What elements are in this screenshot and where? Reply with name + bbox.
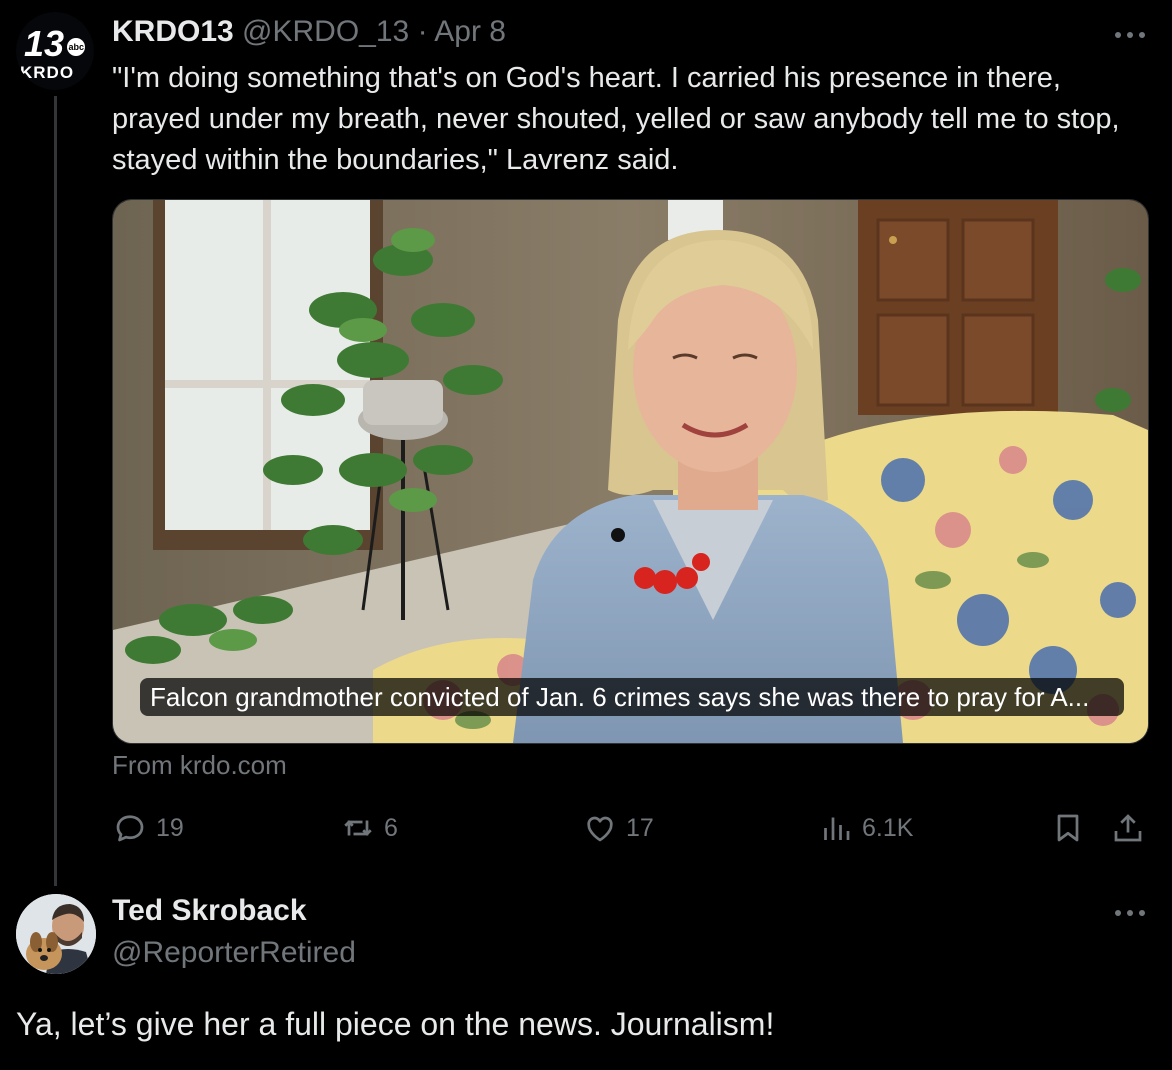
bookmark-icon (1057, 814, 1079, 842)
views-button[interactable]: 6.1K (818, 808, 913, 848)
interview-photo (113, 200, 1148, 743)
repost-count: 6 (384, 813, 398, 842)
separator-dot: · (417, 15, 428, 48)
svg-text:13: 13 (24, 23, 64, 64)
reply-author-name[interactable]: Ted Skroback (112, 894, 307, 928)
tweet-text: "I'm doing something that's on God's hea… (112, 62, 1120, 176)
card-source[interactable]: From krdo.com (112, 750, 287, 781)
ted-avatar-photo (16, 894, 96, 974)
reply-more-icon[interactable] (1110, 898, 1150, 928)
krdo-avatar[interactable]: 13 abc KRDO (16, 12, 94, 90)
view-count: 6.1K (862, 813, 914, 842)
tweet-header: KRDO13 @KRDO_13 · Apr 8 (112, 12, 506, 52)
more-icon[interactable] (1110, 20, 1150, 50)
repost-button[interactable]: 6 (340, 808, 398, 848)
author-handle[interactable]: @KRDO_13 (242, 15, 409, 48)
like-icon (587, 816, 613, 842)
like-button[interactable]: 17 (582, 808, 654, 848)
svg-text:abc: abc (69, 42, 85, 52)
reply-count: 19 (156, 813, 184, 842)
reply-button[interactable]: 19 (112, 808, 184, 848)
ted-avatar[interactable] (16, 894, 96, 974)
reply-author-handle[interactable]: @ReporterRetired (112, 936, 356, 970)
link-card[interactable]: Falcon grandmother convicted of Jan. 6 c… (112, 199, 1149, 744)
krdo-logo-icon: 13 abc KRDO (16, 12, 94, 90)
views-icon (824, 817, 850, 840)
tweet-date[interactable]: Apr 8 (434, 15, 506, 48)
card-title[interactable]: Falcon grandmother convicted of Jan. 6 c… (140, 678, 1124, 716)
like-count: 17 (626, 813, 654, 842)
reply-icon (116, 815, 144, 842)
bookmark-button[interactable] (1050, 808, 1086, 848)
thread-line (54, 96, 57, 886)
svg-text:KRDO: KRDO (20, 63, 74, 82)
reply-text: Ya, let’s give her a full piece on the n… (16, 1006, 775, 1042)
repost-icon (344, 820, 372, 836)
share-button[interactable] (1110, 808, 1146, 848)
author-name[interactable]: KRDO13 (112, 15, 234, 48)
share-icon (1114, 814, 1142, 842)
